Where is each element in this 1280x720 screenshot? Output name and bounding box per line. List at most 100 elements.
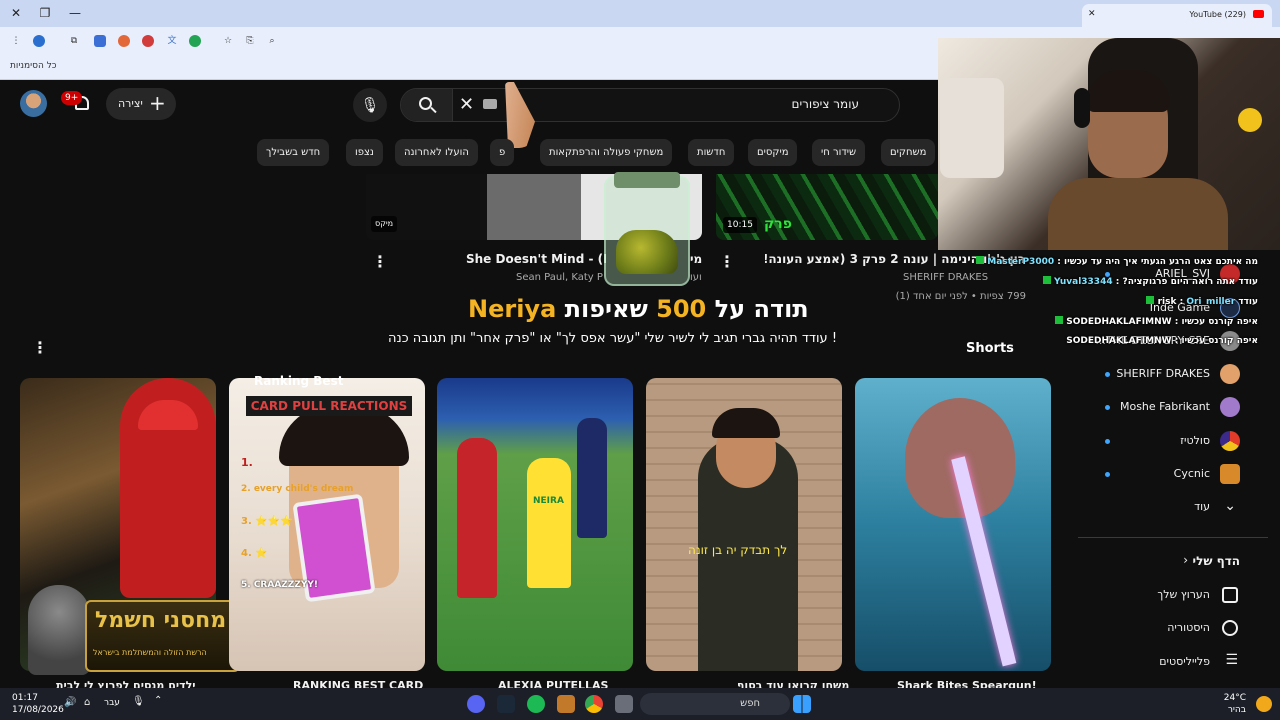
menu-kebab-icon[interactable]: ⋮ — [10, 35, 22, 47]
tab-close-icon[interactable]: ✕ — [1088, 9, 1096, 19]
translate-icon[interactable]: 文 — [166, 35, 178, 47]
chip-mixes[interactable]: מיקסים — [748, 139, 798, 166]
shorts-shelf-menu-icon[interactable]: ⋮ — [32, 340, 48, 356]
chip-recently-uploaded[interactable]: הועלו לאחרונה — [395, 139, 478, 166]
restore-window-icon[interactable]: ❐ — [37, 5, 53, 21]
all-bookmarks-link[interactable]: כל הסימניות — [10, 61, 57, 71]
steam-icon[interactable] — [497, 695, 515, 713]
taskbar-search[interactable]: חפש — [640, 693, 790, 715]
language-indicator[interactable]: עבר — [104, 698, 120, 708]
chat-message: איפה קורנס עכשיו : SODEDHAKLAFIMNW — [948, 316, 1258, 334]
youtube-favicon-icon — [1253, 10, 1264, 18]
keyboard-icon[interactable] — [483, 99, 497, 109]
mod-badge-icon — [1042, 276, 1051, 284]
zoom-icon[interactable]: ⌕ — [266, 35, 278, 47]
extension-3-icon[interactable] — [142, 35, 154, 47]
close-window-icon[interactable]: ✕ — [8, 5, 24, 21]
profile-icon[interactable] — [33, 35, 45, 47]
chat-text: איפה קורנס עכשיו — [1181, 336, 1258, 346]
spotify-icon[interactable] — [527, 695, 545, 713]
jar-overlay-graphic — [604, 172, 690, 286]
minimize-window-icon[interactable]: — — [67, 5, 83, 21]
sponsor-logo-title: מחסני חשמל — [95, 608, 227, 633]
sidebar-sub-moshe-fabrikant[interactable]: Moshe Fabrikant — [1076, 396, 1270, 420]
video-2-menu-icon[interactable]: ⋮ — [372, 254, 388, 270]
windows-start-icon[interactable] — [793, 695, 811, 713]
sidebar-sub-cycnic[interactable]: Cycnic — [1076, 463, 1270, 487]
sidebar-you-label: הדף שלי — [1192, 554, 1240, 568]
sidebar-sub-label: Moshe Fabrikant — [1119, 400, 1210, 413]
chat-message: עודד אתה רואה היום פרגוקציה? : Yuval3334… — [948, 276, 1258, 294]
create-button[interactable]: + יצירה — [106, 88, 176, 120]
search-input[interactable]: עומר ציפורים — [791, 97, 859, 111]
sidebar-show-more[interactable]: עוד ⌄ — [1076, 496, 1270, 520]
extension-4-icon[interactable] — [189, 35, 201, 47]
chip-action-games[interactable]: משחקי פעולה והרפתקאות — [540, 139, 673, 166]
channel-avatar-icon — [1220, 397, 1240, 417]
short-4-thumbnail[interactable] — [646, 378, 842, 671]
extensions-icon[interactable]: ⧉ — [68, 35, 80, 47]
sidebar-sub-sheriff-drakes[interactable]: SHERIFF DRAKES — [1076, 363, 1270, 387]
mic-tray-icon[interactable]: 🎙 — [132, 696, 145, 707]
voice-search-mic-icon[interactable]: 🎙 — [353, 88, 387, 122]
sidebar-sub-soltiz[interactable]: סולטיז — [1076, 430, 1270, 454]
overlay-message: ! עודד תהיה גברי תגיב לי לשיר שלי "עשר א… — [388, 331, 838, 346]
chat-text: איפה קורנס עכשיו — [1181, 317, 1258, 327]
chip-gaming[interactable]: משחקים — [881, 139, 936, 166]
new-content-dot — [1105, 439, 1110, 444]
video-1-title-tail[interactable]: מי — [690, 252, 704, 266]
card-list-1: 1. — [241, 456, 253, 469]
video-1-channel[interactable]: Sean Paul, Katy P — [516, 272, 606, 283]
extension-2-icon[interactable] — [118, 35, 130, 47]
tray-chevron-icon[interactable]: ⌃ — [154, 695, 162, 706]
chat-text: עודד אתה רואה היום פרגוקציה? — [1122, 277, 1258, 287]
sidebar-your-channel[interactable]: הערוץ שלך — [1076, 584, 1270, 608]
user-avatar[interactable] — [20, 90, 47, 117]
sidebar-shorts-label[interactable]: Shorts — [966, 341, 1014, 356]
video-1-title[interactable]: She Doesn't Mind - (H — [466, 252, 606, 266]
task-view-icon[interactable] — [615, 695, 633, 713]
discord-icon[interactable] — [467, 695, 485, 713]
weather-widget[interactable]: 24°C בהיר — [1224, 692, 1246, 716]
sidebar-you-header[interactable]: הדף שלי › — [1076, 550, 1270, 574]
search-box[interactable]: ✕ עומר ציפורים — [400, 88, 900, 122]
short-5-thumbnail[interactable] — [855, 378, 1051, 671]
chat-username: SODEDHAKLAFIMNW — [1066, 336, 1172, 346]
chat-message: עודד risk : Ori_miller — [948, 296, 1258, 314]
chat-text: מה איתכם צאט הרגע הגעתי איך היה עד עכשיו — [1064, 257, 1258, 267]
sidebar-history[interactable]: היסטוריה — [1076, 617, 1270, 641]
browser-tab-youtube[interactable]: ✕ (229) YouTube — [1082, 4, 1272, 27]
chip-partial[interactable]: פ — [490, 139, 515, 166]
search-button[interactable] — [401, 89, 453, 121]
chip-live[interactable]: שידור חי — [812, 139, 866, 166]
chip-new-for-you[interactable]: חדש בשבילך — [257, 139, 330, 166]
install-app-icon[interactable]: ⎘ — [244, 35, 256, 47]
network-icon[interactable]: ⌂ — [84, 697, 90, 708]
mix-badge: מיקס — [371, 216, 398, 232]
short-2-thumbnail[interactable]: 1. 2. every child's dream 3. ⭐⭐⭐ 4. ⭐ 5.… — [229, 378, 425, 671]
overlay-donor-name: Neriya — [468, 295, 557, 323]
video-1-menu-icon[interactable]: ⋮ — [719, 254, 735, 270]
chip-watched[interactable]: נצפו — [346, 139, 383, 166]
chrome-icon[interactable] — [585, 695, 603, 713]
volume-icon[interactable]: 🔊 — [64, 697, 76, 708]
chip-news[interactable]: חדשות — [688, 139, 735, 166]
short-2-banner: CARD PULL REACTIONS — [246, 396, 412, 416]
card-list-3: 3. ⭐⭐⭐ — [241, 516, 293, 527]
card-list-2: 2. every child's dream — [241, 484, 354, 494]
clear-search-icon[interactable]: ✕ — [459, 94, 474, 115]
taskbar-time: 01:17 — [12, 693, 38, 703]
sidebar-playlists[interactable]: פלייליסטים ☰ — [1076, 651, 1270, 675]
mod-badge-icon — [1146, 296, 1155, 304]
taskbar-clock[interactable]: 01:17 17/08/2026 — [12, 692, 64, 716]
short-3-thumbnail[interactable]: NEIRA — [437, 378, 633, 671]
extension-1-icon[interactable] — [94, 35, 106, 47]
chat-message: מה איתכם צאט הרגע הגעתי איך היה עד עכשיו… — [948, 256, 1258, 274]
bookmark-star-icon[interactable]: ☆ — [222, 35, 234, 47]
guard-figure-graphic — [28, 585, 90, 675]
new-content-dot — [1105, 372, 1110, 377]
app-icon[interactable] — [557, 695, 575, 713]
new-content-dot — [1105, 472, 1110, 477]
taskbar-search-placeholder: חפש — [740, 698, 760, 709]
overlay-thanks-pre: תודה על — [714, 295, 809, 323]
